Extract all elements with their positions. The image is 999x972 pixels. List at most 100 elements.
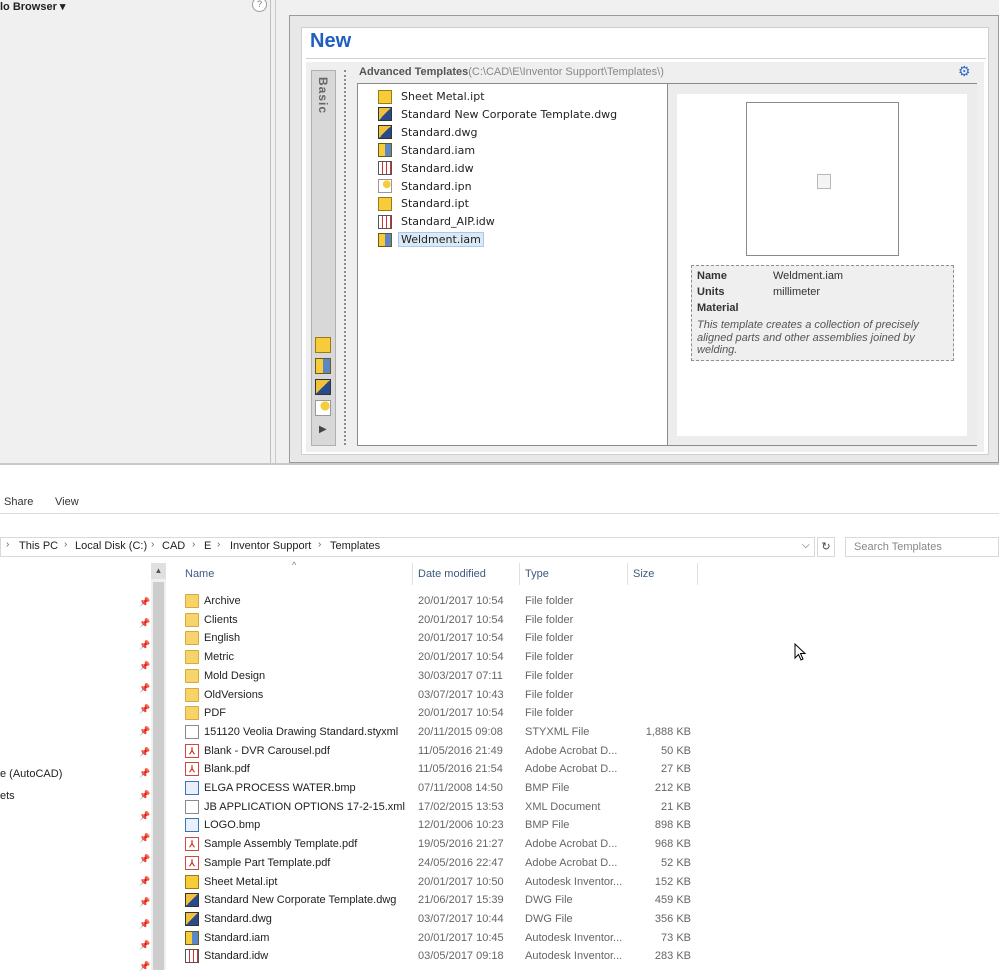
pin-icon[interactable]: 📌 bbox=[139, 919, 150, 930]
chevron-right-icon[interactable]: › bbox=[192, 539, 195, 550]
breadcrumb-this-pc[interactable]: This PC bbox=[19, 540, 58, 552]
pin-icon[interactable]: 📌 bbox=[139, 961, 150, 972]
pin-icon[interactable]: 📌 bbox=[139, 640, 150, 651]
pin-icon[interactable]: 📌 bbox=[139, 833, 150, 844]
pin-icon[interactable]: 📌 bbox=[139, 876, 150, 887]
panel-divider[interactable] bbox=[275, 0, 276, 463]
file-row[interactable]: ⅄ Blank - DVR Carousel.pdf 11/05/2016 21:4… bbox=[185, 742, 705, 761]
file-row[interactable]: OldVersions 03/07/2017 10:43 File folder bbox=[185, 686, 705, 705]
chevron-right-icon[interactable]: › bbox=[6, 539, 9, 550]
file-row[interactable]: ELGA PROCESS WATER.bmp 07/11/2008 14:50 BM… bbox=[185, 779, 705, 798]
title-divider bbox=[306, 58, 986, 59]
nav-item[interactable]: e (AutoCAD) bbox=[0, 768, 62, 780]
file-row[interactable]: English 20/01/2017 10:54 File folder bbox=[185, 629, 705, 648]
file-size: 356 KB bbox=[654, 912, 691, 925]
template-item[interactable]: Standard.dwg bbox=[378, 124, 481, 141]
pin-icon[interactable]: 📌 bbox=[139, 683, 150, 694]
column-divider[interactable] bbox=[627, 563, 628, 585]
file-row[interactable]: Mold Design 30/03/2017 07:11 File folder bbox=[185, 667, 705, 686]
template-item[interactable]: Standard.idw bbox=[378, 160, 477, 177]
pin-icon[interactable]: 📌 bbox=[139, 768, 150, 779]
pin-icon[interactable]: 📌 bbox=[139, 790, 150, 801]
file-row[interactable]: ⅄ Sample Part Template.pdf 24/05/2016 22:4… bbox=[185, 854, 705, 873]
pin-icon[interactable]: 📌 bbox=[139, 661, 150, 672]
chevron-right-icon[interactable]: › bbox=[151, 539, 154, 550]
tab-share[interactable]: Share bbox=[4, 496, 33, 508]
file-row[interactable]: ⅄ Blank.pdf 11/05/2016 21:54 Adobe Acrobat … bbox=[185, 760, 705, 779]
file-row[interactable]: JB APPLICATION OPTIONS 17-2-15.xml 17/02/… bbox=[185, 798, 705, 817]
file-row[interactable]: PDF 20/01/2017 10:54 File folder bbox=[185, 704, 705, 723]
file-size: 459 KB bbox=[654, 894, 691, 907]
file-row[interactable]: LOGO.bmp 12/01/2006 10:23 BMP File 898 KB bbox=[185, 816, 705, 835]
pin-icon[interactable]: 📌 bbox=[139, 854, 150, 865]
file-row[interactable]: Metric 20/01/2017 10:54 File folder bbox=[185, 648, 705, 667]
browser-title[interactable]: lo Browser ▾ bbox=[0, 0, 65, 13]
column-divider[interactable] bbox=[519, 563, 520, 585]
file-row[interactable]: Standard.idw 03/05/2017 09:18 Autodesk Inv… bbox=[185, 947, 705, 966]
file-type: File folder bbox=[525, 688, 574, 701]
pin-icon[interactable]: 📌 bbox=[139, 597, 150, 608]
template-item-label: Standard.dwg bbox=[401, 125, 478, 139]
file-row[interactable]: Standard.iam 20/01/2017 10:45 Autodesk Inv… bbox=[185, 929, 705, 948]
file-row[interactable]: 151120 Veolia Drawing Standard.styxml 20/… bbox=[185, 723, 705, 742]
pin-icon[interactable]: 📌 bbox=[139, 704, 150, 715]
search-input[interactable]: Search Templates bbox=[845, 537, 999, 557]
breadcrumb-inventor-support[interactable]: Inventor Support bbox=[230, 540, 311, 552]
scroll-up-arrow-icon[interactable]: ▲ bbox=[151, 563, 166, 579]
template-item[interactable]: Standard New Corporate Template.dwg bbox=[378, 106, 620, 123]
pin-icon[interactable]: 📌 bbox=[139, 726, 150, 737]
expand-arrow-icon[interactable]: ▶ bbox=[319, 424, 327, 435]
pin-icon[interactable]: 📌 bbox=[139, 940, 150, 951]
drawing-tab-icon[interactable] bbox=[315, 379, 331, 395]
folder-file-icon bbox=[185, 650, 199, 665]
file-row[interactable]: Clients 20/01/2017 10:54 File folder bbox=[185, 611, 705, 630]
chevron-down-icon[interactable]: ⌵ bbox=[802, 540, 810, 551]
template-item[interactable]: Standard.iam bbox=[378, 142, 478, 159]
nav-item[interactable]: ets bbox=[0, 790, 15, 802]
column-divider[interactable] bbox=[412, 563, 413, 585]
chevron-right-icon[interactable]: › bbox=[217, 539, 220, 550]
tab-view[interactable]: View bbox=[55, 496, 79, 508]
template-item[interactable]: Standard.ipn bbox=[378, 178, 475, 195]
column-header-name[interactable]: Name bbox=[185, 568, 214, 580]
part-tab-icon[interactable] bbox=[315, 337, 331, 353]
breadcrumb-cad[interactable]: CAD bbox=[162, 540, 185, 552]
file-row[interactable]: Archive 20/01/2017 10:54 File folder bbox=[185, 592, 705, 611]
file-size: 73 KB bbox=[661, 931, 691, 944]
file-row[interactable]: ⅄ Sample Assembly Template.pdf 19/05/2016 … bbox=[185, 835, 705, 854]
column-divider[interactable] bbox=[697, 563, 698, 585]
file-type: File folder bbox=[525, 707, 574, 720]
pin-icon[interactable]: 📌 bbox=[139, 811, 150, 822]
file-row[interactable]: Sheet Metal.ipt 20/01/2017 10:50 Autodesk … bbox=[185, 873, 705, 892]
file-type: File folder bbox=[525, 632, 574, 645]
column-header-date[interactable]: Date modified bbox=[418, 568, 486, 580]
chevron-right-icon[interactable]: › bbox=[64, 539, 67, 550]
chevron-right-icon[interactable]: › bbox=[318, 539, 321, 550]
presentation-tab-icon[interactable] bbox=[315, 400, 331, 416]
column-header-type[interactable]: Type bbox=[525, 568, 549, 580]
pin-icon[interactable]: 📌 bbox=[139, 747, 150, 758]
pin-icon[interactable]: 📌 bbox=[139, 897, 150, 908]
template-item[interactable]: Standard.ipt bbox=[378, 195, 472, 212]
tab-splitter[interactable] bbox=[344, 70, 348, 445]
folder-file-icon bbox=[185, 706, 199, 721]
template-item[interactable]: Standard_AIP.idw bbox=[378, 213, 498, 230]
breadcrumb-e[interactable]: E bbox=[204, 540, 211, 552]
breadcrumb-local-disk[interactable]: Local Disk (C:) bbox=[75, 540, 147, 552]
file-row[interactable]: Standard New Corporate Template.dwg 21/06… bbox=[185, 891, 705, 910]
breadcrumb-templates[interactable]: Templates bbox=[330, 540, 380, 552]
column-header-size[interactable]: Size bbox=[633, 568, 654, 580]
gear-icon[interactable]: ⚙ bbox=[958, 63, 971, 80]
template-item[interactable]: Weldment.iam bbox=[378, 231, 484, 248]
refresh-button[interactable]: ↻ bbox=[817, 537, 835, 557]
folder-file-icon bbox=[185, 594, 199, 608]
template-item[interactable]: Sheet Metal.ipt bbox=[378, 88, 488, 105]
assembly-tab-icon[interactable] bbox=[315, 358, 331, 374]
file-row[interactable]: Standard.dwg 03/07/2017 10:44 DWG File 356 … bbox=[185, 910, 705, 929]
help-icon[interactable]: ? bbox=[252, 0, 267, 12]
scrollbar-thumb[interactable] bbox=[153, 582, 164, 970]
advanced-templates-heading: Advanced Templates(C:\CAD\E\Inventor Sup… bbox=[359, 66, 664, 78]
file-name: English bbox=[204, 632, 241, 645]
iam-file-icon bbox=[378, 232, 392, 247]
pin-icon[interactable]: 📌 bbox=[139, 618, 150, 629]
